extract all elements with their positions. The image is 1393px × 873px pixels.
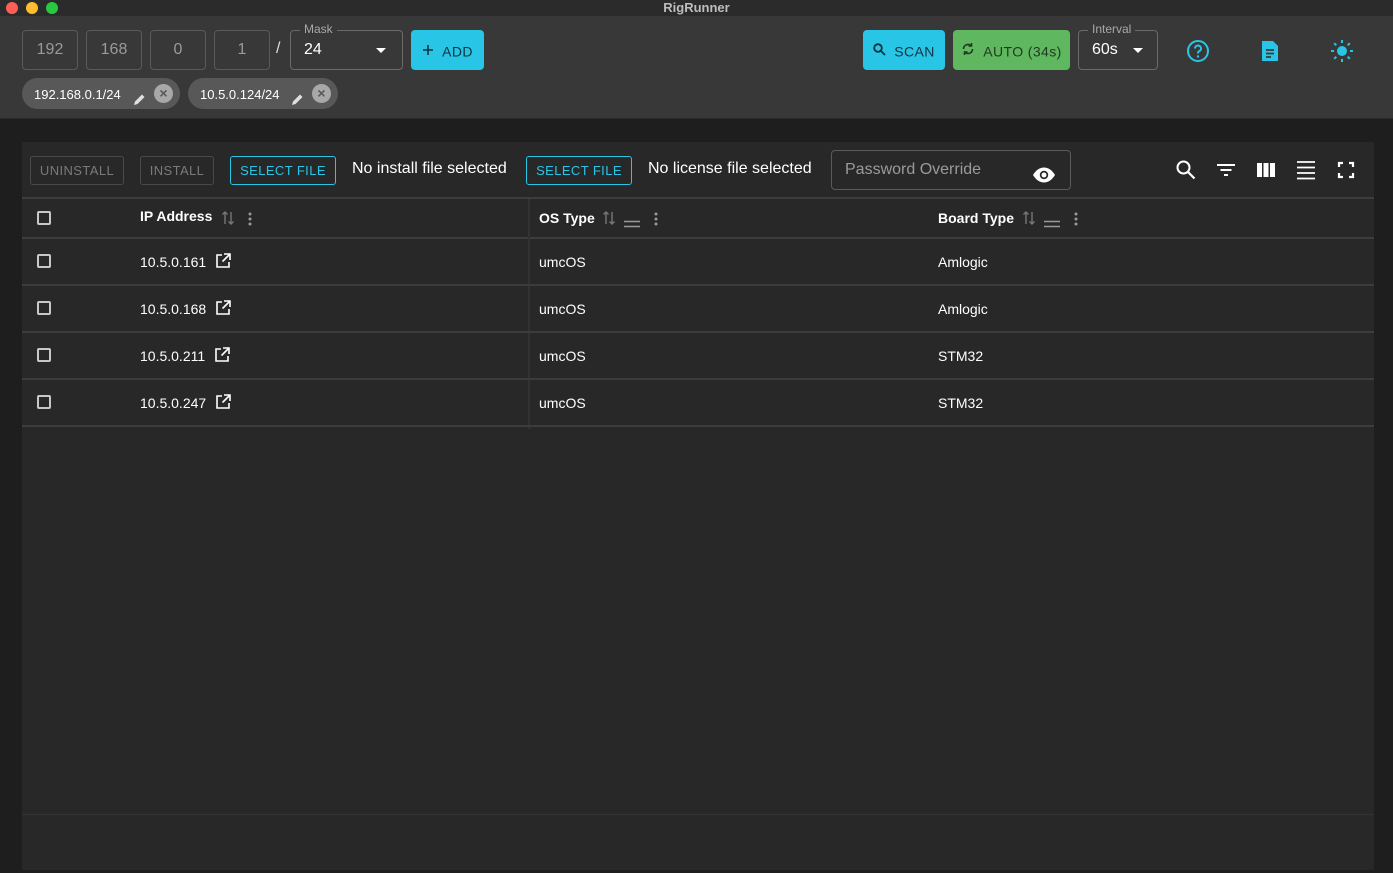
ip-octet-2-input[interactable]: 168 <box>86 30 142 70</box>
drag-handle-icon[interactable] <box>1044 215 1060 228</box>
column-menu-icon[interactable] <box>1074 211 1078 227</box>
interval-value: 60s <box>1092 41 1118 58</box>
row-checkbox[interactable] <box>37 254 51 268</box>
ip-octet-4-input[interactable]: 1 <box>214 30 270 70</box>
sort-icon[interactable] <box>602 210 616 226</box>
subnet-chip[interactable]: 10.5.0.124/24 × <box>188 78 338 109</box>
interval-label: Interval <box>1088 22 1136 36</box>
chevron-down-icon <box>1133 48 1143 53</box>
select-install-file-button[interactable]: SELECT FILE <box>230 156 336 185</box>
drag-handle-icon[interactable] <box>624 215 640 228</box>
filter-icon[interactable] <box>1215 159 1237 181</box>
sync-icon <box>961 31 975 71</box>
column-menu-icon[interactable] <box>248 211 252 227</box>
column-header-board-type[interactable]: Board Type <box>938 210 1014 226</box>
board-type-cell: STM32 <box>938 395 984 411</box>
select-all-checkbox[interactable] <box>37 211 51 225</box>
document-icon[interactable] <box>1257 38 1283 64</box>
install-file-status: No install file selected <box>352 160 507 177</box>
add-button[interactable]: ADD <box>411 30 484 70</box>
mask-separator: / <box>276 40 281 57</box>
open-external-icon[interactable] <box>214 347 230 363</box>
chevron-down-icon <box>376 48 386 53</box>
subnet-chip[interactable]: 192.168.0.1/24 × <box>22 78 180 109</box>
ip-address-cell: 10.5.0.161 <box>140 254 207 270</box>
table-row[interactable]: 10.5.0.161 umcOS Amlogic <box>22 239 1374 286</box>
table-header: IP Address OS Type Board Type <box>22 199 1374 239</box>
panel-toolbar: UNINSTALL INSTALL SELECT FILE No install… <box>22 142 1374 199</box>
search-icon[interactable] <box>1175 159 1197 181</box>
mask-select[interactable]: Mask 24 <box>290 22 403 70</box>
table-row[interactable]: 10.5.0.168 umcOS Amlogic <box>22 286 1374 333</box>
pencil-icon[interactable] <box>132 87 146 105</box>
auto-label: AUTO (34s) <box>983 43 1062 60</box>
password-override-input[interactable]: Password Override <box>831 150 1071 190</box>
scan-button[interactable]: SCAN <box>863 30 945 70</box>
mask-value: 24 <box>304 41 322 58</box>
sort-icon[interactable] <box>1022 210 1036 226</box>
auto-scan-button[interactable]: AUTO (34s) <box>953 30 1070 70</box>
interval-select[interactable]: Interval 60s <box>1078 22 1158 70</box>
pencil-icon[interactable] <box>290 87 304 105</box>
column-header-os-type[interactable]: OS Type <box>539 210 595 226</box>
subnet-chip-label: 10.5.0.124/24 <box>200 87 280 103</box>
mask-label: Mask <box>300 22 337 36</box>
fullscreen-icon[interactable] <box>1335 159 1357 181</box>
board-type-cell: Amlogic <box>938 301 988 317</box>
column-menu-icon[interactable] <box>654 211 658 227</box>
table-row[interactable]: 10.5.0.211 umcOS STM32 <box>22 333 1374 380</box>
columns-icon[interactable] <box>1255 159 1277 181</box>
board-type-cell: Amlogic <box>938 254 988 270</box>
ip-octet-3-input[interactable]: 0 <box>150 30 206 70</box>
scan-label: SCAN <box>894 43 935 60</box>
row-checkbox[interactable] <box>37 348 51 362</box>
license-file-status: No license file selected <box>648 160 812 177</box>
row-checkbox[interactable] <box>37 301 51 315</box>
os-type-cell: umcOS <box>539 254 586 270</box>
column-header-ip-address[interactable]: IP Address <box>140 208 212 224</box>
add-label: ADD <box>442 43 473 60</box>
ip-address-cell: 10.5.0.211 <box>140 348 206 364</box>
network-toolbar: 192 168 0 1 / Mask 24 ADD SCAN AUTO (34s… <box>0 16 1393 119</box>
table-footer <box>22 814 1374 870</box>
ip-octet-1-input[interactable]: 192 <box>22 30 78 70</box>
search-icon <box>873 31 886 71</box>
ip-address-cell: 10.5.0.247 <box>140 395 207 411</box>
os-type-cell: umcOS <box>539 301 586 317</box>
password-placeholder: Password Override <box>845 161 982 178</box>
brightness-icon[interactable] <box>1329 38 1355 64</box>
close-icon[interactable]: × <box>312 84 331 103</box>
os-type-cell: umcOS <box>539 348 586 364</box>
title-bar: RigRunner <box>0 0 1393 16</box>
table-row[interactable]: 10.5.0.247 umcOS STM32 <box>22 380 1374 427</box>
install-button[interactable]: INSTALL <box>140 156 214 185</box>
density-icon[interactable] <box>1295 159 1317 181</box>
open-external-icon[interactable] <box>215 394 231 410</box>
os-type-cell: umcOS <box>539 395 586 411</box>
sort-icon[interactable] <box>221 210 235 226</box>
row-checkbox[interactable] <box>37 395 51 409</box>
board-type-cell: STM32 <box>938 348 984 364</box>
subnet-chip-label: 192.168.0.1/24 <box>34 87 121 103</box>
plus-icon <box>422 31 434 71</box>
close-icon[interactable]: × <box>154 84 173 103</box>
window-title: RigRunner <box>663 0 730 15</box>
select-license-file-button[interactable]: SELECT FILE <box>526 156 632 185</box>
open-external-icon[interactable] <box>215 253 231 269</box>
help-icon[interactable] <box>1185 38 1211 64</box>
uninstall-button[interactable]: UNINSTALL <box>30 156 124 185</box>
devices-panel: UNINSTALL INSTALL SELECT FILE No install… <box>22 142 1374 870</box>
ip-address-cell: 10.5.0.168 <box>140 301 207 317</box>
eye-icon[interactable] <box>1032 161 1056 183</box>
open-external-icon[interactable] <box>215 300 231 316</box>
